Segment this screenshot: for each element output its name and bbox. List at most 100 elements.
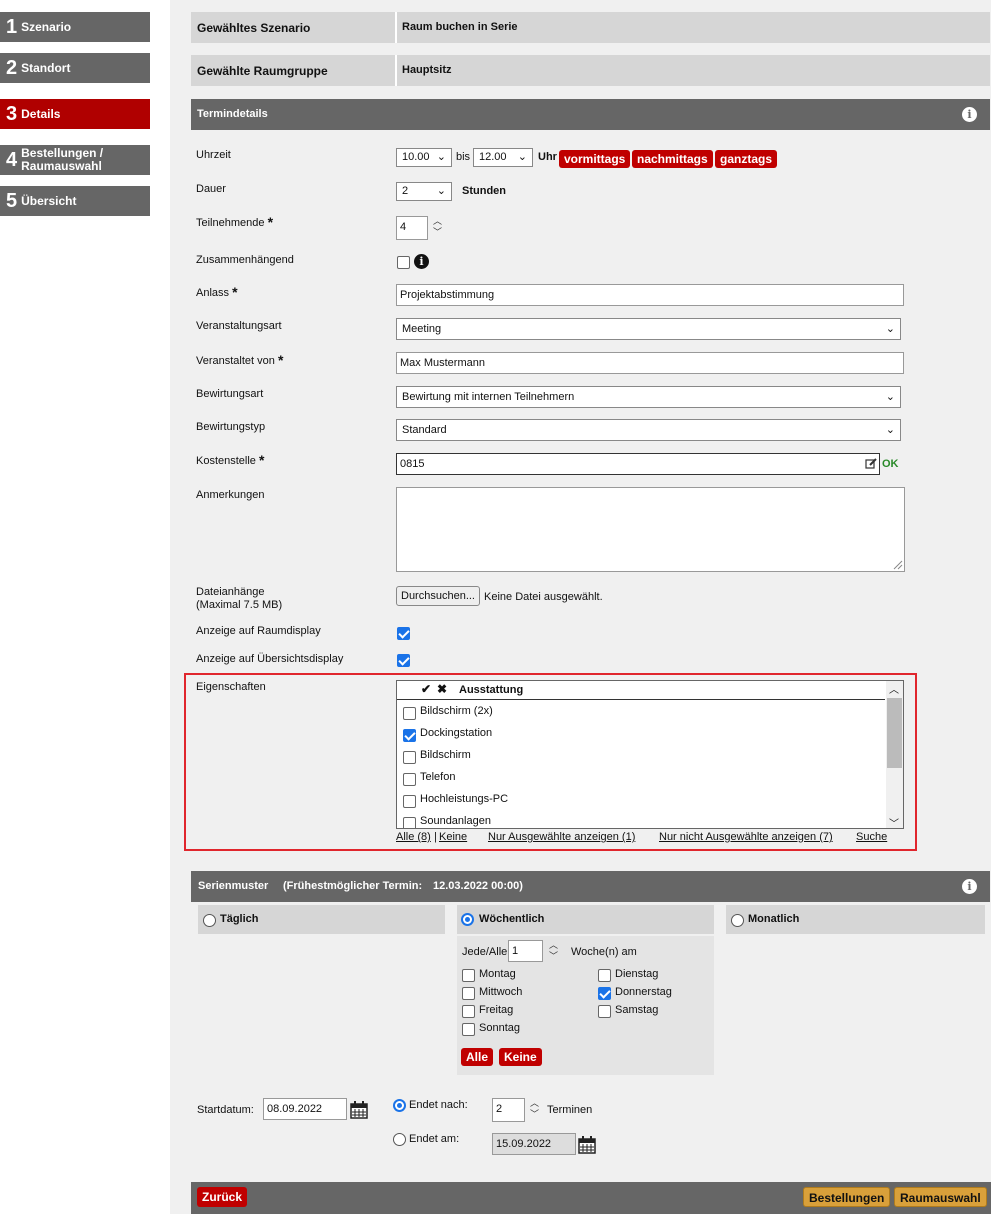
vvon-input[interactable]: Max Mustermann <box>396 352 904 374</box>
ausstattung-item[interactable]: Telefon <box>397 769 885 789</box>
ausstattung-item[interactable]: Soundanlagen <box>397 813 885 828</box>
chevron-down-icon[interactable]: ﹀ <box>526 1109 543 1120</box>
ends-on-input[interactable]: 15.09.2022 <box>492 1133 576 1155</box>
ausstattung-checkbox[interactable] <box>403 795 416 808</box>
check-all-icon[interactable]: ✔ <box>421 682 431 696</box>
step-label: Standort <box>21 60 71 75</box>
show-all-link[interactable]: Alle (8) <box>396 831 431 843</box>
clear-all-icon[interactable]: ✖ <box>437 682 447 696</box>
days-none-button[interactable]: Keine <box>499 1048 542 1066</box>
weekday-label: Montag <box>479 968 516 980</box>
btyp-select[interactable]: Standard ⌄ <box>396 419 901 441</box>
ends-after-radio[interactable] <box>393 1099 406 1112</box>
teilnehmende-input[interactable]: 4 <box>396 216 428 240</box>
uhrzeit-label: Uhrzeit <box>196 149 231 161</box>
calendar-icon[interactable] <box>578 1136 596 1154</box>
edit-icon[interactable] <box>865 458 877 470</box>
kst-input[interactable]: 0815 <box>396 453 880 475</box>
dauer-select[interactable]: 2 ⌄ <box>396 182 452 201</box>
vart-select[interactable]: Meeting ⌄ <box>396 318 901 340</box>
start-input[interactable]: 08.09.2022 <box>263 1098 347 1120</box>
every-input[interactable]: 1 <box>508 940 543 962</box>
vormittags-button[interactable]: vormittags <box>559 150 631 168</box>
chevron-up-icon[interactable]: ︿ <box>889 681 899 696</box>
every-stepper[interactable]: ︿ ﹀ <box>545 940 562 962</box>
anmerkungen-textarea[interactable] <box>396 487 905 572</box>
step-label: Übersicht <box>21 193 77 208</box>
chevron-up-icon[interactable]: ︿ <box>545 940 562 951</box>
monthly-option[interactable]: Monatlich <box>726 905 985 934</box>
resize-handle-icon[interactable] <box>891 558 903 570</box>
room-selection-button[interactable]: Raumauswahl <box>894 1187 987 1207</box>
weekday-checkbox[interactable] <box>462 987 475 1000</box>
info-icon[interactable]: i <box>962 879 977 894</box>
roomgroup-value: Hauptsitz <box>402 64 452 76</box>
ausstattung-checkbox[interactable] <box>403 707 416 720</box>
ausstattung-list[interactable]: ✔ ✖ Ausstattung Bildschirm (2x) Dockingst… <box>396 680 904 829</box>
anlass-input[interactable]: Projektabstimmung <box>396 284 904 306</box>
weekday-checkbox[interactable] <box>598 987 611 1000</box>
ausstattung-item[interactable]: Bildschirm <box>397 747 885 767</box>
chevron-down-icon[interactable]: ﹀ <box>889 815 899 828</box>
ends-on-radio[interactable] <box>393 1133 406 1146</box>
step-szenario[interactable]: 1 Szenario <box>0 12 150 42</box>
weekday-checkbox[interactable] <box>462 1023 475 1036</box>
scrollbar[interactable]: ︿ ﹀ <box>886 681 903 828</box>
weekly-radio[interactable] <box>461 913 474 926</box>
weekday-checkbox[interactable] <box>598 1005 611 1018</box>
time-from-select[interactable]: 10.00 ⌄ <box>396 148 452 167</box>
orders-button[interactable]: Bestellungen <box>803 1187 891 1207</box>
ausstattung-checkbox[interactable] <box>403 817 416 828</box>
earliest-date: 12.03.2022 00:00) <box>433 880 523 892</box>
select-none-link[interactable]: Keine <box>439 831 467 843</box>
ausstattung-item[interactable]: Dockingstation <box>397 725 885 745</box>
weekday-label: Sonntag <box>479 1022 520 1034</box>
chevron-up-icon[interactable]: ︿ <box>429 216 446 227</box>
ausstattung-item[interactable]: Bildschirm (2x) <box>397 703 885 723</box>
calendar-icon[interactable] <box>350 1101 368 1119</box>
only-unselected-link[interactable]: Nur nicht Ausgewählte anzeigen (7) <box>659 831 833 843</box>
ganztags-button[interactable]: ganztags <box>715 150 778 168</box>
ausstattung-checkbox[interactable] <box>403 729 416 742</box>
step-details[interactable]: 3 Details <box>0 96 153 132</box>
stunden-label: Stunden <box>462 185 506 197</box>
uebersicht-checkbox[interactable] <box>397 654 410 667</box>
step-bestellungen[interactable]: 4 Bestellungen / Raumauswahl <box>0 145 150 175</box>
time-to-select[interactable]: 12.00 ⌄ <box>473 148 533 167</box>
dauer-value: 2 <box>402 185 409 197</box>
step-standort[interactable]: 2 Standort <box>0 53 150 83</box>
chevron-up-icon[interactable]: ︿ <box>526 1098 543 1109</box>
browse-button[interactable]: Durchsuchen... <box>396 586 480 606</box>
ausstattung-checkbox[interactable] <box>403 751 416 764</box>
search-link[interactable]: Suche <box>856 831 887 843</box>
weekday-checkbox[interactable] <box>598 969 611 982</box>
info-icon[interactable]: i <box>962 107 977 122</box>
ends-after-stepper[interactable]: ︿ ﹀ <box>526 1098 543 1120</box>
ausstattung-item[interactable]: Hochleistungs-PC <box>397 791 885 811</box>
monthly-radio[interactable] <box>731 914 744 927</box>
step-uebersicht[interactable]: 5 Übersicht <box>0 186 150 216</box>
step-label: Details <box>21 106 61 121</box>
weekday-checkbox[interactable] <box>462 969 475 982</box>
days-all-button[interactable]: Alle <box>461 1048 494 1066</box>
chevron-down-icon[interactable]: ﹀ <box>429 227 446 238</box>
daily-option[interactable]: Täglich <box>198 905 445 934</box>
daily-radio[interactable] <box>203 914 216 927</box>
only-selected-link[interactable]: Nur Ausgewählte anzeigen (1) <box>488 831 635 843</box>
back-button[interactable]: Zurück <box>197 1187 248 1207</box>
info-icon[interactable]: i <box>414 254 429 269</box>
ends-after-input[interactable]: 2 <box>492 1098 525 1122</box>
raumdisplay-checkbox[interactable] <box>397 627 410 640</box>
scrollbar-thumb[interactable] <box>887 698 902 768</box>
teilnehmende-stepper[interactable]: ︿ ﹀ <box>429 216 446 238</box>
chevron-down-icon[interactable]: ﹀ <box>545 951 562 962</box>
zusammen-checkbox[interactable] <box>397 256 410 269</box>
step-number: 3 <box>6 102 18 125</box>
weekly-option[interactable]: Wöchentlich <box>457 905 714 934</box>
bart-select[interactable]: Bewirtung mit internen Teilnehmern ⌄ <box>396 386 901 408</box>
weekday-checkbox[interactable] <box>462 1005 475 1018</box>
weekday-label: Mittwoch <box>479 986 523 998</box>
nachmittags-button[interactable]: nachmittags <box>632 150 713 168</box>
ausstattung-checkbox[interactable] <box>403 773 416 786</box>
start-label: Startdatum: <box>197 1104 254 1116</box>
